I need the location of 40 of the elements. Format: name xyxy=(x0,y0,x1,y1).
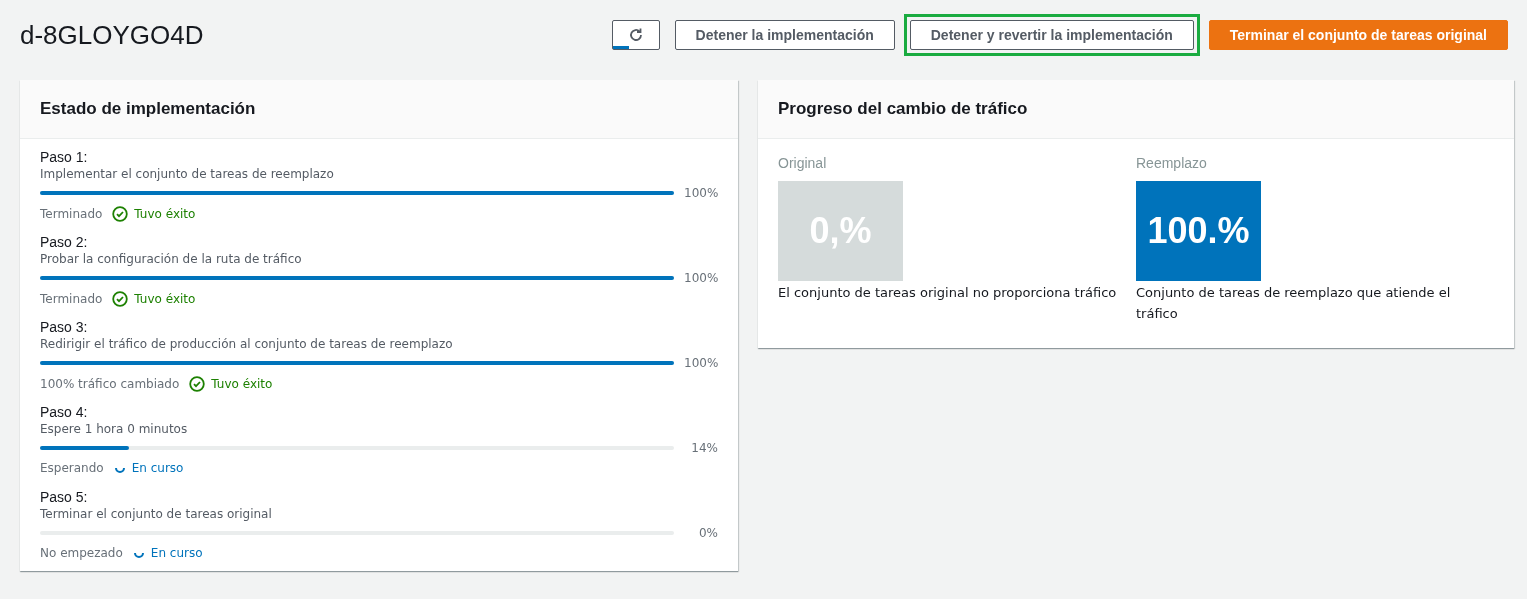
stop-and-rollback-button[interactable]: Detener y revertir la implementación xyxy=(909,20,1194,50)
set-label: Reemplazo xyxy=(1136,155,1208,171)
step-title: Paso 4: xyxy=(40,404,89,421)
step-description: Espere 1 hora 0 minutos xyxy=(40,421,189,437)
page-title: d-8GLOYGO4D xyxy=(20,19,204,51)
step-description: Probar la configuración de la ruta de tráfico xyxy=(40,251,303,267)
step-state: 100% tráfico cambiado xyxy=(40,377,180,391)
set-label: Original xyxy=(778,155,828,171)
status-label: Tuvo éxito xyxy=(134,292,196,306)
traffic-tile: 100.% xyxy=(1136,181,1261,281)
step-title: Paso 5: xyxy=(40,489,89,506)
card-title: Estado de implementación xyxy=(40,99,256,119)
progress-percent: 100% xyxy=(684,271,718,285)
refresh-icon xyxy=(627,27,644,43)
step-title: Paso 2: xyxy=(40,234,89,251)
refresh-button[interactable] xyxy=(611,20,660,50)
step-state: Terminado xyxy=(40,292,103,306)
set-caption: Conjunto de tareas de reemplazo que atiende el tráfico xyxy=(1136,284,1452,323)
status-label: En curso xyxy=(131,461,184,475)
check-circle-icon xyxy=(189,376,206,392)
progress-percent: 100% xyxy=(684,356,718,370)
status-label: Tuvo éxito xyxy=(211,377,273,391)
status-label: En curso xyxy=(150,546,203,560)
step-description: Terminar el conjunto de tareas original xyxy=(40,506,273,522)
status-label: Tuvo éxito xyxy=(134,207,196,221)
check-circle-icon xyxy=(112,206,129,222)
step-state: Terminado xyxy=(40,207,103,221)
step-description: Redirigir el tráfico de producción al conjunto de tareas de reemplazo xyxy=(40,336,454,352)
card-title: Progreso del cambio de tráfico xyxy=(778,99,1028,119)
stop-button[interactable]: Detener la implementación xyxy=(674,20,895,50)
progress-percent: 100% xyxy=(684,186,718,200)
set-caption: El conjunto de tareas original no proporciona tráfico xyxy=(778,284,1118,302)
progress-percent: 0% xyxy=(697,526,718,540)
check-circle-icon xyxy=(112,291,129,307)
progress-percent: 14% xyxy=(690,441,718,455)
step-description: Implementar el conjunto de tareas de reemplazo xyxy=(40,166,335,182)
step-title: Paso 1: xyxy=(40,149,89,166)
step-title: Paso 3: xyxy=(40,319,89,336)
step-state: No empezado xyxy=(40,546,123,560)
step-state: Esperando xyxy=(40,461,104,475)
